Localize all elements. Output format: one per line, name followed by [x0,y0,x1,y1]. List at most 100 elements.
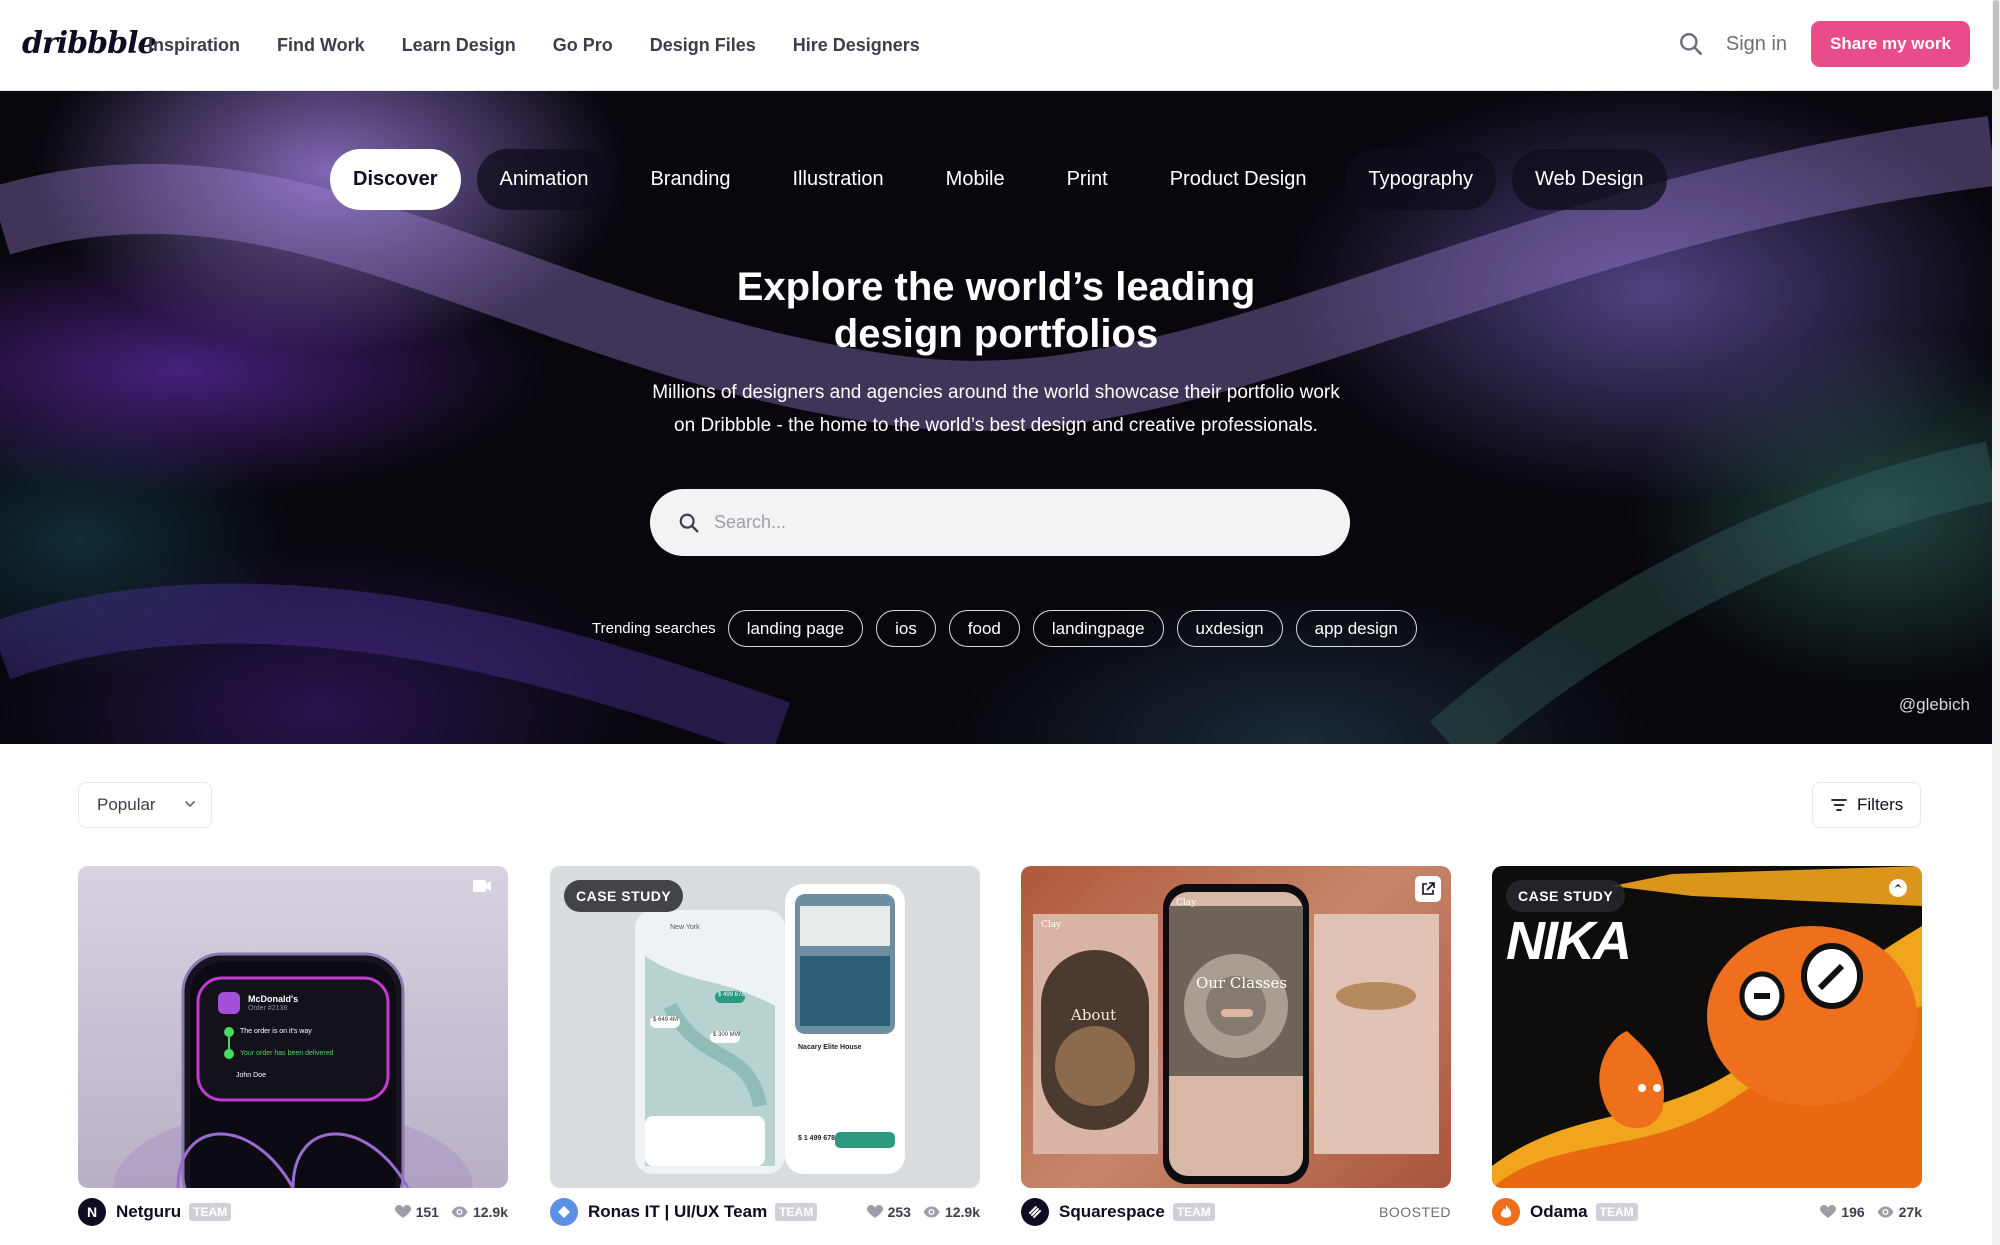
nav-find-work[interactable]: Find Work [277,35,365,56]
tab-mobile[interactable]: Mobile [923,149,1028,210]
tab-discover[interactable]: Discover [330,149,461,210]
filters-label: Filters [1857,795,1904,814]
pottery-website-art [1033,884,1439,1184]
artwork-credit[interactable]: @glebich [1899,695,1970,715]
header-actions: Sign in Share my work [1678,21,1970,67]
ronas-logo-icon [558,1206,570,1218]
nav-learn-design[interactable]: Learn Design [402,35,516,56]
shot-thumbnail[interactable]: NIKA CASE STUDY [1492,866,1922,1188]
tab-illustration[interactable]: Illustration [770,149,907,210]
shot-author[interactable]: Squarespace [1059,1202,1165,1222]
mock-tag: $ 499 678 [718,992,745,998]
real-estate-app-art [635,884,905,1174]
mock-house: Nacary Elite House [798,1044,862,1051]
sort-dropdown[interactable]: Popular [78,782,212,828]
squarespace-logo-icon [1029,1206,1041,1218]
shot-author[interactable]: Netguru [116,1202,181,1222]
team-badge: TEAM [1172,1203,1215,1221]
tab-print[interactable]: Print [1044,149,1131,210]
sort-value: Popular [97,795,156,814]
shot-author[interactable]: Odama [1530,1202,1588,1222]
shot-card: Clay Clay About Our Classes Squarespace … [1021,866,1451,1226]
mock-tag: $ 649 4M [653,1017,679,1023]
external-link-icon [1422,882,1435,895]
external-link-button[interactable] [1415,876,1441,902]
eye-icon [451,1206,468,1218]
scrollbar-thumb[interactable] [1993,0,1999,90]
filter-icon [1831,799,1847,811]
heart-icon[interactable] [394,1205,411,1219]
trending-chip[interactable]: app design [1295,610,1417,647]
tab-branding[interactable]: Branding [627,149,753,210]
chevron-down-icon [185,801,195,808]
like-count: 151 [415,1204,439,1220]
mock-step-2: Your order has been delivered [240,1050,334,1057]
shot-stats: 151 12.9k [394,1204,508,1220]
shot-stats: 196 27k [1820,1204,1922,1220]
sign-in-link[interactable]: Sign in [1726,33,1787,56]
hero-title-line-1: Explore the world’s leading [736,265,1256,309]
heart-icon[interactable] [1820,1205,1837,1219]
mock-about: About [1071,1006,1117,1024]
page-scrollbar[interactable] [1992,0,2000,1245]
main-nav: Inspiration Find Work Learn Design Go Pr… [148,0,957,91]
flame-logo-icon [1500,1205,1512,1218]
animated-badge-icon [1889,879,1907,897]
shot-thumbnail[interactable]: Clay Clay About Our Classes [1021,866,1451,1188]
tab-product-design[interactable]: Product Design [1147,149,1330,210]
nav-design-files[interactable]: Design Files [650,35,756,56]
mock-classes: Our Classes [1196,974,1288,992]
shot-thumbnail[interactable]: McDonald's Order #2138 The order is on i… [78,866,508,1188]
mock-brand-phone: Clay [1176,898,1197,908]
mock-order: Order #2138 [248,1005,288,1012]
avatar[interactable] [1492,1198,1520,1226]
trending-chip[interactable]: uxdesign [1176,610,1283,647]
trending-chip[interactable]: ios [876,610,936,647]
trending-chip[interactable]: landingpage [1032,610,1164,647]
mock-search: New York [670,924,700,931]
nav-hire-designers[interactable]: Hire Designers [793,35,920,56]
trending-searches: Trending searches landing page ios food … [592,610,1430,647]
tab-animation[interactable]: Animation [476,149,612,210]
view-count: 12.9k [944,1204,980,1220]
heart-icon[interactable] [866,1205,883,1219]
mock-tag: $ 300 MW [713,1032,741,1038]
shot-author[interactable]: Ronas IT | UI/UX Team [588,1202,767,1222]
view-count: 27k [1898,1204,1922,1220]
avatar[interactable] [1021,1198,1049,1226]
nav-go-pro[interactable]: Go Pro [553,35,613,56]
search-input[interactable] [714,512,1314,533]
trending-chip[interactable]: food [948,610,1020,647]
trending-chip[interactable]: landing page [727,610,864,647]
dribbble-logo[interactable]: dribbble [22,26,157,61]
tab-typography[interactable]: Typography [1345,149,1496,210]
mock-step-1: The order is on it's way [240,1028,312,1035]
shot-card: McDonald's Order #2138 The order is on i… [78,866,508,1226]
shot-meta: Odama TEAM 196 27k [1492,1196,1922,1228]
mock-price: $ 1 499 678 [798,1135,835,1142]
case-study-badge: CASE STUDY [564,880,684,912]
shot-thumbnail[interactable]: New York $ 499 678 $ 649 4M $ 300 MW Nac… [550,866,980,1188]
tab-web-design[interactable]: Web Design [1511,149,1667,210]
hero-banner: Discover Animation Branding Illustration… [0,91,1992,744]
shot-stats: 253 12.9k [866,1204,980,1220]
search-icon[interactable] [1678,31,1704,57]
shot-meta: N Netguru TEAM 151 12.9k [78,1196,508,1228]
eye-icon [1877,1206,1894,1218]
top-header: dribbble Inspiration Find Work Learn Des… [0,0,1992,91]
like-count: 196 [1841,1204,1865,1220]
filters-button[interactable]: Filters [1812,782,1921,828]
nav-inspiration[interactable]: Inspiration [148,35,240,56]
hero-search-bar[interactable] [650,489,1350,556]
trending-label: Trending searches [592,620,716,637]
avatar[interactable] [550,1198,578,1226]
share-my-work-button[interactable]: Share my work [1811,21,1970,67]
avatar[interactable]: N [78,1198,106,1226]
hero-subtitle: Millions of designers and agencies aroun… [0,376,1992,442]
shot-meta: Ronas IT | UI/UX Team TEAM 253 12.9k [550,1196,980,1228]
view-count: 12.9k [472,1204,508,1220]
mock-brand: McDonald's [248,994,299,1004]
team-badge: TEAM [1595,1203,1638,1221]
mock-brand: Clay [1041,920,1062,930]
eye-icon [923,1206,940,1218]
